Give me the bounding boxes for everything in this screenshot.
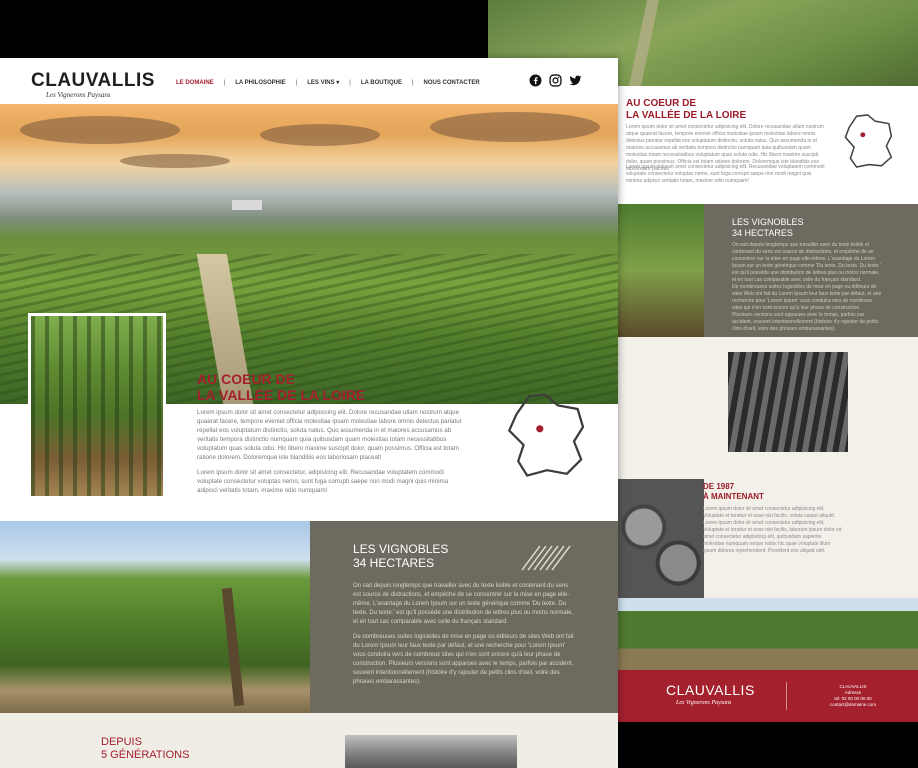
vineyards-title: LES VIGNOBLES 34 HECTARES <box>353 542 449 570</box>
back-bottom-edge <box>618 722 918 768</box>
menu-item-la-philosophie[interactable]: LA PHILOSOPHIE <box>235 80 285 86</box>
menu-item-la-boutique[interactable]: LA BOUTIQUE <box>361 80 402 86</box>
back-vine-photo <box>618 204 704 337</box>
back-barrels-photo <box>618 479 704 599</box>
menu-item-le-domaine[interactable]: LE DOMAINE <box>176 80 214 86</box>
top-navigation: CLAUVALLIS Les Vignerons Paysans LE DOMA… <box>0 58 618 104</box>
vineyard-close-up-photo <box>0 521 310 713</box>
back-history-title: DE 1987 À MAINTENANT <box>703 482 764 501</box>
back-vineyards-paragraph-1: On sait depuis longtemps que travailler … <box>732 242 881 283</box>
menu-separator: | <box>349 79 351 86</box>
back-vineyards-paragraph-2: De nombreuses suites logicielles de mise… <box>732 284 882 332</box>
hero-cloud <box>430 112 600 142</box>
vineyards-paragraph-2: De nombreuses suites logicielles de mise… <box>353 634 574 685</box>
menu-item-les-vins-dropdown[interactable]: LES VINS ▾ <box>307 79 339 86</box>
generations-title: DEPUIS 5 GÉNÉRATIONS <box>101 736 190 761</box>
vine-rows-icon <box>521 545 571 571</box>
back-footer-contact: CLAUVALLIS Adresse tel: 02 00 00 00 00 c… <box>829 684 877 707</box>
back-intro-title: AU COEUR DE LA VALLÉE DE LA LOIRE <box>626 98 747 121</box>
vine-rows-photo <box>28 313 166 499</box>
back-footer: CLAUVALLIS Les Vignerons Paysans CLAUVAL… <box>618 670 918 722</box>
hero-cloud <box>120 154 230 168</box>
site-tagline: Les Vignerons Paysans <box>46 91 111 99</box>
back-history-paragraph: Lorem ipsum dolor sit amet consectetur a… <box>703 506 842 554</box>
back-vineyard-panorama <box>618 598 918 670</box>
hero-cloud <box>260 124 380 146</box>
hero-cloud <box>20 116 180 144</box>
about-paragraph-1: Lorem ipsum dolor sit amet consectetur a… <box>197 409 462 461</box>
about-title: AU COEUR DE LA VALLÉE DE LA LOIRE <box>197 371 366 403</box>
menu-item-nous-contacter[interactable]: NOUS CONTACTER <box>424 80 480 86</box>
generations-photo <box>345 735 517 768</box>
menu-separator: | <box>295 79 298 86</box>
back-vineyards-title: LES VIGNOBLES 34 HECTARES <box>732 217 804 238</box>
front-page-mockup: CLAUVALLIS Les Vignerons Paysans LE DOMA… <box>0 58 618 768</box>
instagram-icon[interactable] <box>549 74 562 87</box>
back-tractor-photo <box>728 352 848 452</box>
back-footer-tagline: Les Vignerons Paysans <box>676 700 732 706</box>
generations-section <box>0 713 618 768</box>
france-map-icon <box>508 393 585 477</box>
menu-separator: | <box>223 79 226 86</box>
back-intro-paragraph-2: Lorem ipsum dolor sit amet consectetur a… <box>626 164 825 184</box>
back-footer-divider <box>786 682 787 710</box>
main-menu: LE DOMAINE | LA PHILOSOPHIE | LES VINS ▾… <box>176 79 480 87</box>
back-france-map-icon <box>844 114 893 168</box>
vineyards-paragraph-1: On sait depuis longtemps que travailler … <box>353 583 574 625</box>
back-footer-logo[interactable]: CLAUVALLIS <box>666 682 755 698</box>
twitter-icon[interactable] <box>569 74 582 87</box>
menu-separator: | <box>411 79 414 86</box>
hero-distant-building <box>232 200 262 210</box>
social-links <box>529 74 582 87</box>
about-paragraph-2: Lorem ipsum dolor sit amet consectetur, … <box>197 469 449 494</box>
site-logo[interactable]: CLAUVALLIS <box>31 70 155 92</box>
facebook-icon[interactable] <box>529 74 542 87</box>
